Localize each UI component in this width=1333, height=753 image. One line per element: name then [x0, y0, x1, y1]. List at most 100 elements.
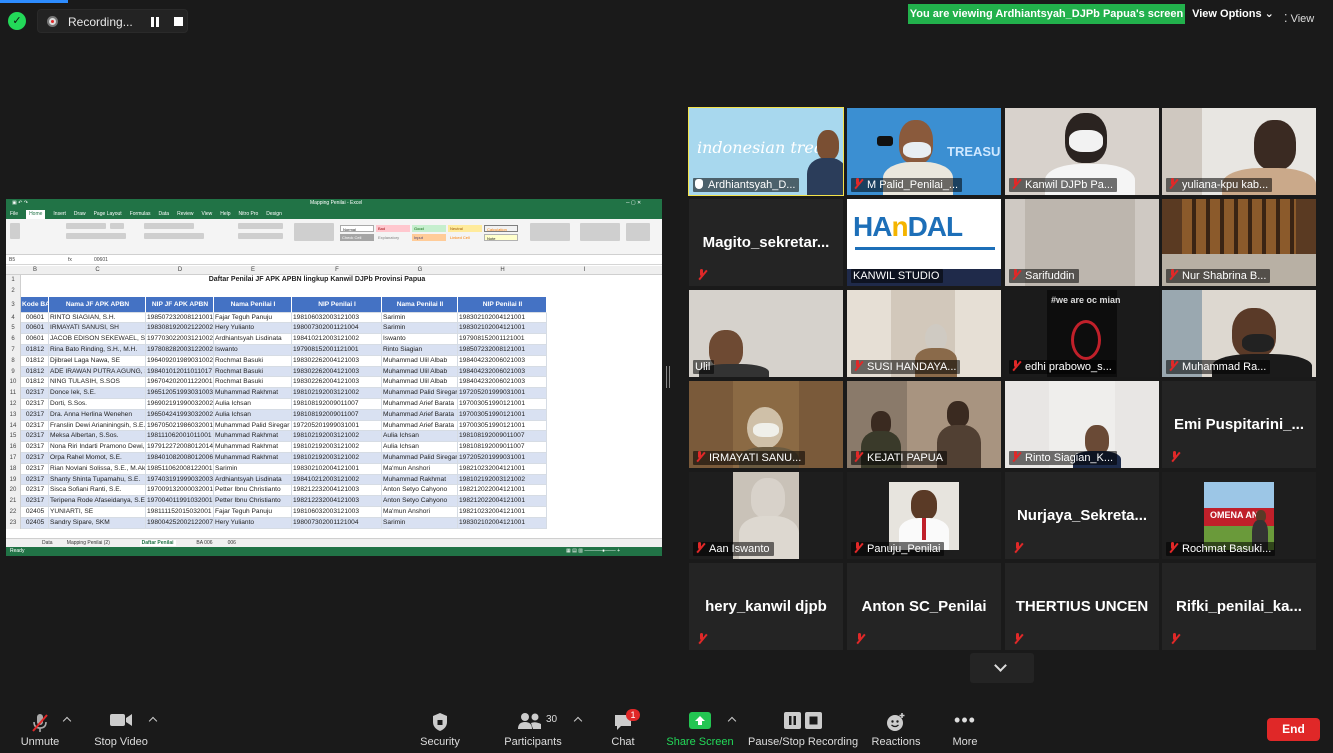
ribbon-tab[interactable]: Help — [220, 211, 230, 217]
participant-tile[interactable]: TREASURY M Palid_Penilai_... — [847, 108, 1001, 195]
sheet-tab[interactable]: Mapping Penilai (2) — [67, 540, 110, 546]
table-cell[interactable]: 198404232006021003 — [458, 377, 547, 389]
table-cell[interactable]: Orpa Rahel Momot, S.E. — [49, 453, 146, 464]
table-cell[interactable]: 198308192002122002 — [146, 323, 214, 335]
column-header[interactable]: Nama Penilai I — [214, 296, 292, 313]
table-cell[interactable]: 02317 — [21, 388, 49, 399]
table-cell[interactable]: Muhammad Palid Siregar — [214, 420, 292, 432]
table-cell[interactable]: Franslin Dewi Arianiningsih, S.E., M.Si. — [49, 420, 146, 432]
table-cell[interactable]: Muhammad Arief Barata — [382, 399, 458, 410]
formula-input[interactable]: 00601 — [94, 257, 108, 263]
row-number[interactable]: 1 — [6, 275, 21, 286]
table-cell[interactable]: 198302102004121001 — [458, 517, 547, 529]
table-cell[interactable]: 02405 — [21, 517, 49, 529]
row-number[interactable]: 21 — [6, 496, 21, 507]
table-cell[interactable]: Aulia Ichsan — [382, 431, 458, 443]
table-cell[interactable]: 198507232008121001 — [146, 312, 214, 324]
table-cell[interactable]: 198404232006021003 — [458, 355, 547, 367]
table-cell[interactable]: 02317 — [21, 453, 49, 464]
spreadsheet-grid[interactable]: 1 Daftar Penilai JF APK APBN lingkup Kanw… — [6, 275, 662, 538]
participant-tile[interactable]: OMENA AN Rochmat Basuki... — [1162, 472, 1316, 559]
participant-tile[interactable]: THERTIUS UNCEN — [1005, 563, 1159, 650]
column-letter[interactable]: E — [214, 267, 292, 273]
table-cell[interactable]: 196504241993032002 — [146, 409, 214, 421]
participants-caret-icon[interactable] — [573, 716, 583, 726]
table-cell[interactable]: Rina Bato Rinding, S.H., M.H. — [49, 345, 146, 356]
participant-tile[interactable]: Sarifuddin — [1005, 199, 1159, 286]
table-cell[interactable]: Meksa Albertan, S.Sos. — [49, 431, 146, 443]
pause-recording-icon[interactable] — [150, 17, 160, 27]
table-cell[interactable]: Muhammad Ulil Albab — [382, 355, 458, 367]
table-cell[interactable]: Muhammad Rakhmat — [382, 474, 458, 486]
table-cell[interactable]: Rochmat Basuki — [214, 377, 292, 389]
table-cell[interactable]: 197205201999031001 — [458, 388, 547, 399]
table-cell[interactable]: 197009132000032001 — [146, 485, 214, 497]
table-cell[interactable]: 197703022003121002 — [146, 334, 214, 345]
unmute-button[interactable]: Unmute — [12, 700, 68, 753]
stop-recording-icon[interactable] — [174, 17, 183, 26]
participant-tile[interactable]: Emi Puspitarini_... — [1162, 381, 1316, 468]
ribbon-tab[interactable]: Review — [177, 211, 193, 217]
participant-tile[interactable]: Rifki_penilai_ka... — [1162, 563, 1316, 650]
table-cell[interactable]: 198507232008121001 — [458, 345, 547, 356]
row-number[interactable]: 3 — [6, 296, 21, 313]
ribbon-tab[interactable]: Draw — [74, 211, 86, 217]
ribbon-tab[interactable]: Home — [26, 210, 46, 219]
participant-tile[interactable]: Rinto Siagian_K... — [1005, 381, 1159, 468]
row-number[interactable]: 6 — [6, 334, 21, 345]
table-cell[interactable]: 198106032003121003 — [292, 507, 382, 518]
table-cell[interactable]: ADE IRAWAN PUTRA AGUNG, S.P., M.P. — [49, 366, 146, 378]
table-cell[interactable]: Ma'mun Anshori — [382, 507, 458, 518]
participant-tile[interactable]: hery_kanwil djpb — [689, 563, 843, 650]
participant-tile[interactable]: KEJATI PAPUA — [847, 381, 1001, 468]
table-cell[interactable]: 198102192003121002 — [458, 474, 547, 486]
row-number[interactable]: 23 — [6, 517, 21, 529]
participant-tile[interactable]: Muhammad Ra... — [1162, 290, 1316, 377]
table-cell[interactable]: Ardhiantsyah Lisdinata — [214, 334, 292, 345]
table-cell[interactable]: Aulia Ichsan — [382, 442, 458, 453]
table-cell[interactable]: 02317 — [21, 431, 49, 443]
ribbon-tab[interactable]: View — [202, 211, 213, 217]
reactions-button[interactable]: Reactions — [868, 700, 924, 753]
table-cell[interactable]: Rinto Siagian — [382, 345, 458, 356]
participant-tile[interactable]: #we are oc mian edhi prabowo_s... — [1005, 290, 1159, 377]
table-cell[interactable]: Aulia Ichsan — [214, 399, 292, 410]
table-cell[interactable]: Donce Iek, S.E. — [49, 388, 146, 399]
table-cell[interactable]: Muhammad Rakhmat — [214, 431, 292, 443]
table-cell[interactable]: Rochmat Basuki — [214, 366, 292, 378]
table-cell[interactable]: 198302102004121001 — [292, 463, 382, 475]
table-cell[interactable]: Teripena Rode Afaseidanya, S.E. — [49, 496, 146, 507]
ribbon-tab[interactable]: Data — [159, 211, 170, 217]
row-number[interactable]: 20 — [6, 485, 21, 497]
table-cell[interactable]: 02317 — [21, 409, 49, 421]
row-number[interactable]: 5 — [6, 323, 21, 335]
participant-tile[interactable]: Aan Iswanto — [689, 472, 843, 559]
column-header[interactable]: NIP Penilai I — [292, 296, 382, 313]
table-cell[interactable]: 198210232004121001 — [458, 507, 547, 518]
sheet-tab[interactable]: Daftar Penilai — [139, 540, 176, 546]
table-cell[interactable]: 197003051990121001 — [458, 399, 547, 410]
row-number[interactable]: 10 — [6, 377, 21, 389]
table-cell[interactable]: Petter Ibnu Christianto — [214, 496, 292, 507]
ribbon-tab[interactable]: Design — [266, 211, 282, 217]
sheet-tab[interactable]: Data — [42, 540, 53, 546]
table-cell[interactable]: Muhammad Palid Siregar — [382, 388, 458, 399]
table-cell[interactable]: 198212022004121001 — [458, 485, 547, 497]
table-cell[interactable]: 198102192003121002 — [292, 431, 382, 443]
column-letter[interactable]: B — [21, 267, 49, 273]
view-mode-icons[interactable]: ▦ ▤ ▥ ─────●─── + — [566, 548, 620, 554]
row-number[interactable]: 22 — [6, 507, 21, 518]
table-cell[interactable]: 198004252002122007 — [146, 517, 214, 529]
table-cell[interactable]: 197912272008012014 — [146, 442, 214, 453]
table-cell[interactable]: 00601 — [21, 312, 49, 324]
table-cell[interactable]: Muhammad Rakhmat — [214, 388, 292, 399]
share-screen-button[interactable]: Share Screen — [666, 700, 734, 753]
table-cell[interactable]: Muhammad Palid Siregar — [382, 453, 458, 464]
table-cell[interactable]: Sarimin — [382, 312, 458, 324]
table-cell[interactable]: 198302262004121003 — [292, 377, 382, 389]
table-cell[interactable]: Dra. Anna Herlina Wenehen — [49, 409, 146, 421]
ribbon-tab[interactable]: Formulas — [130, 211, 151, 217]
column-letter[interactable]: H — [458, 267, 547, 273]
participant-tile[interactable]: Nurjaya_Sekreta... — [1005, 472, 1159, 559]
table-cell[interactable]: NING TULASIH, S.SOS — [49, 377, 146, 389]
